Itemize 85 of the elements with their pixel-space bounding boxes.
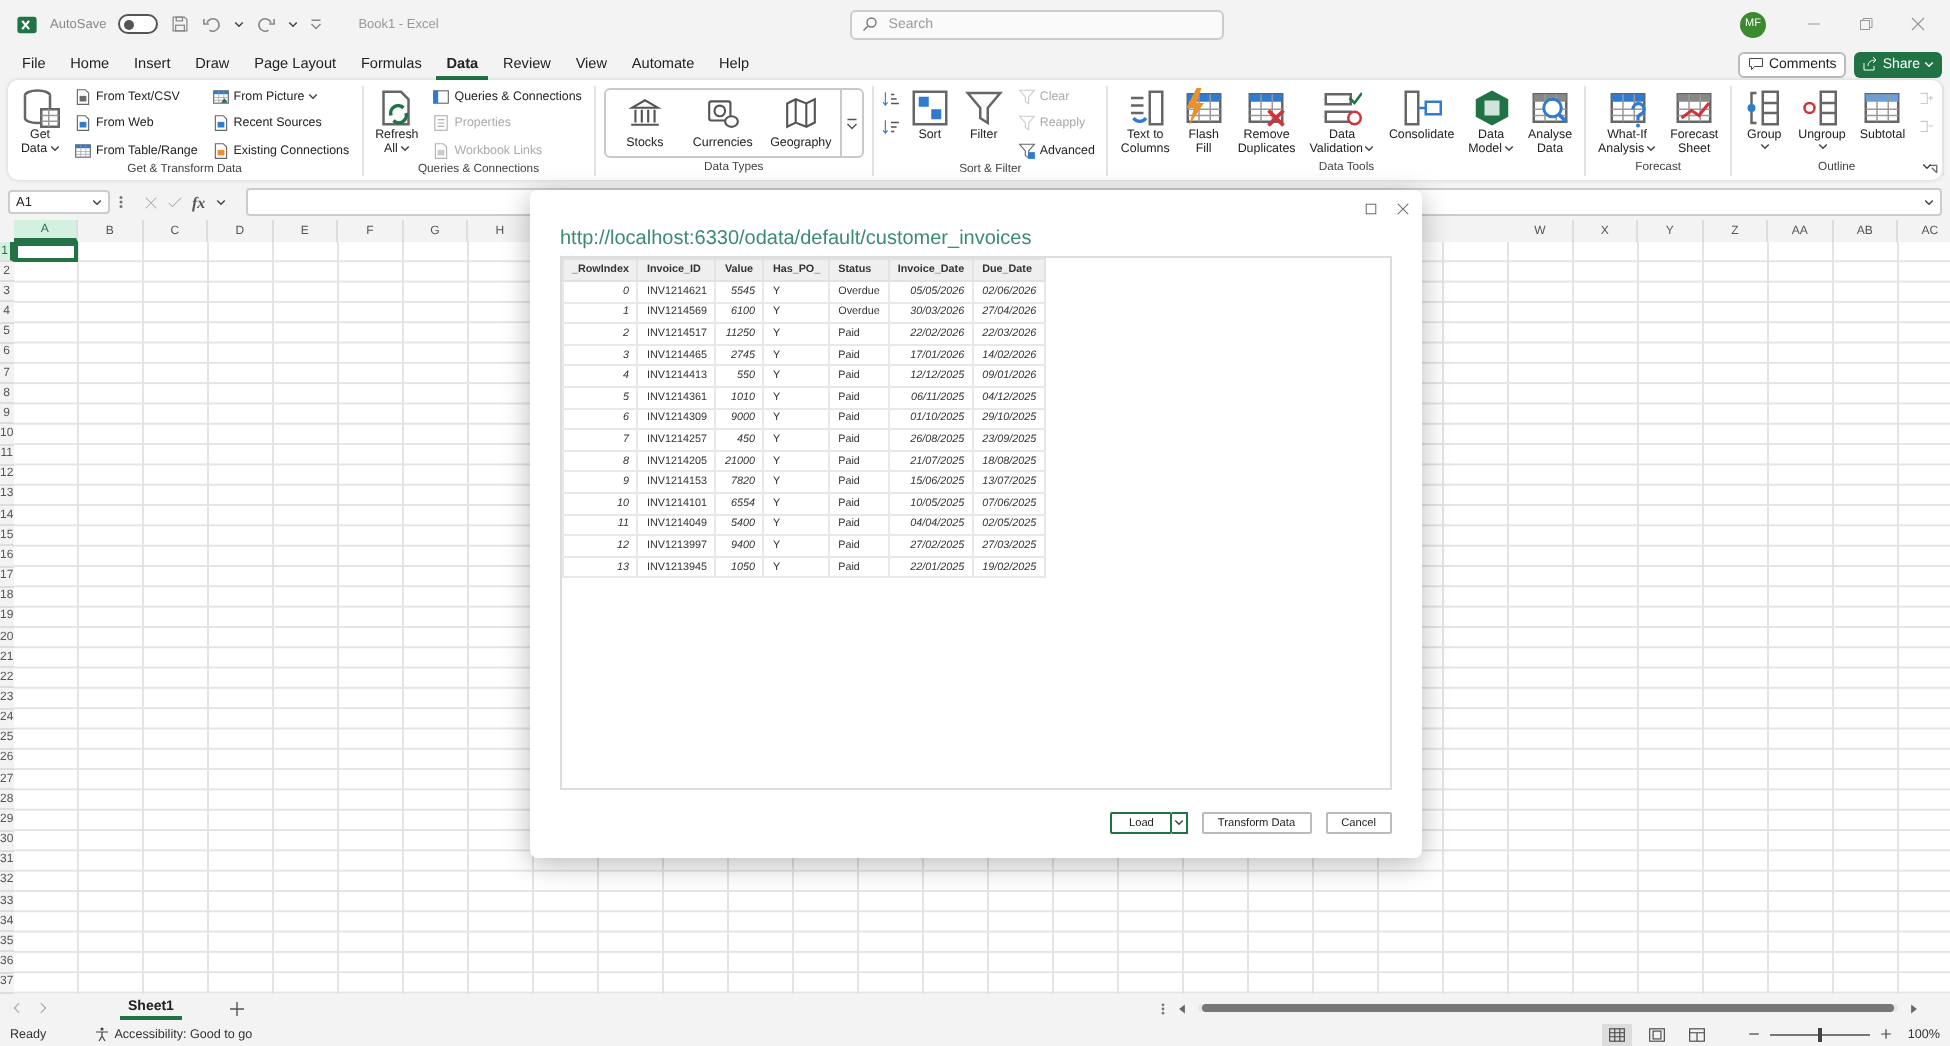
caret-icon[interactable] bbox=[234, 19, 245, 29]
redo-icon[interactable] bbox=[256, 14, 277, 34]
document-icon bbox=[74, 88, 92, 107]
right-arrow-icon[interactable] bbox=[1910, 1003, 1918, 1013]
dialog-title: http://localhost:6330/odata/default/customer_invoices bbox=[560, 228, 1034, 250]
zoom-in-icon[interactable] bbox=[1879, 1028, 1892, 1040]
document-icon bbox=[211, 141, 230, 160]
launcher-icon[interactable] bbox=[1927, 164, 1938, 174]
sort-ascending-icon bbox=[881, 90, 900, 108]
share-icon bbox=[1862, 56, 1879, 72]
caret-icon[interactable] bbox=[1924, 197, 1934, 207]
app-icon bbox=[16, 13, 38, 35]
caret-icon bbox=[308, 92, 319, 103]
insert-function-button[interactable]: fx bbox=[192, 193, 206, 211]
caret-icon bbox=[399, 144, 410, 155]
accessibility-icon bbox=[94, 1026, 111, 1042]
bank-icon bbox=[627, 96, 662, 130]
document-icon bbox=[74, 114, 92, 133]
close-icon[interactable] bbox=[1910, 16, 1926, 32]
caret-icon bbox=[1817, 142, 1828, 153]
autosave-toggle[interactable] bbox=[118, 14, 159, 34]
coins-icon bbox=[705, 96, 740, 130]
panel-icon bbox=[432, 88, 451, 107]
cube-icon bbox=[1471, 88, 1512, 128]
horizontal-scrollbar[interactable] bbox=[1198, 1004, 1898, 1012]
caret-icon[interactable] bbox=[288, 19, 299, 29]
image-icon bbox=[211, 88, 230, 107]
chart-icon bbox=[1674, 88, 1715, 128]
validation-icon bbox=[1322, 88, 1363, 128]
cell-cursor bbox=[13, 242, 79, 263]
caret-icon bbox=[1759, 142, 1770, 153]
caret-icon bbox=[92, 197, 102, 207]
slider-thumb[interactable] bbox=[1817, 1027, 1822, 1041]
filter-icon bbox=[1017, 141, 1036, 160]
map-icon bbox=[783, 96, 818, 130]
sort-descending-icon bbox=[881, 118, 900, 136]
cancel-icon bbox=[144, 195, 158, 209]
columns-icon bbox=[1125, 88, 1166, 128]
customize-icon[interactable] bbox=[310, 18, 323, 30]
drag-handle-icon[interactable] bbox=[1160, 1001, 1166, 1015]
what-if-icon bbox=[1607, 88, 1648, 128]
zoom-out-icon[interactable] bbox=[1747, 1028, 1760, 1040]
flash-fill-icon bbox=[1183, 88, 1224, 128]
save-icon[interactable] bbox=[170, 14, 191, 34]
database-icon bbox=[20, 88, 60, 128]
caret-icon bbox=[215, 197, 226, 207]
filter-icon bbox=[963, 88, 1004, 128]
add-sheet-icon[interactable] bbox=[229, 1001, 244, 1015]
caret-icon bbox=[1646, 144, 1657, 155]
dropdown-button[interactable] bbox=[1171, 812, 1188, 834]
caret-icon bbox=[1504, 144, 1514, 155]
maximize-icon[interactable] bbox=[1364, 201, 1378, 215]
document-icon bbox=[432, 141, 451, 160]
restore-icon[interactable] bbox=[1858, 16, 1874, 32]
undo-icon[interactable] bbox=[202, 14, 223, 34]
remove-duplicates-icon bbox=[1246, 88, 1287, 128]
expand-icon bbox=[1915, 90, 1934, 108]
table-icon bbox=[1862, 88, 1903, 128]
search-icon bbox=[862, 16, 879, 32]
check-icon bbox=[168, 195, 182, 209]
caret-icon bbox=[1364, 144, 1375, 155]
comment-icon bbox=[1748, 56, 1765, 72]
page-break-icon bbox=[1687, 1025, 1706, 1043]
ungroup-icon bbox=[1802, 88, 1843, 128]
consolidate-icon bbox=[1401, 88, 1442, 128]
table-icon bbox=[74, 141, 92, 160]
analyse-icon bbox=[1530, 88, 1570, 128]
normal-view-icon bbox=[1607, 1025, 1626, 1043]
collapse-icon bbox=[1915, 118, 1934, 136]
left-arrow-icon[interactable] bbox=[1178, 1003, 1186, 1013]
ribbon-icon-button[interactable] bbox=[881, 118, 900, 136]
ribbon-icon-button[interactable] bbox=[881, 90, 900, 108]
view-button[interactable] bbox=[1601, 1023, 1632, 1045]
sort-icon bbox=[909, 88, 950, 128]
group-icon bbox=[1744, 88, 1785, 128]
page-layout-icon bbox=[1647, 1025, 1666, 1043]
more-icon bbox=[845, 115, 858, 131]
close-icon[interactable] bbox=[1396, 201, 1410, 215]
document-icon bbox=[211, 114, 230, 133]
drag-handle-icon[interactable] bbox=[118, 194, 124, 210]
caret-icon bbox=[1924, 59, 1934, 69]
caret-icon[interactable] bbox=[1922, 162, 1932, 172]
caret-icon bbox=[49, 144, 60, 155]
list-icon bbox=[432, 114, 451, 133]
caret-icon bbox=[1173, 818, 1184, 828]
